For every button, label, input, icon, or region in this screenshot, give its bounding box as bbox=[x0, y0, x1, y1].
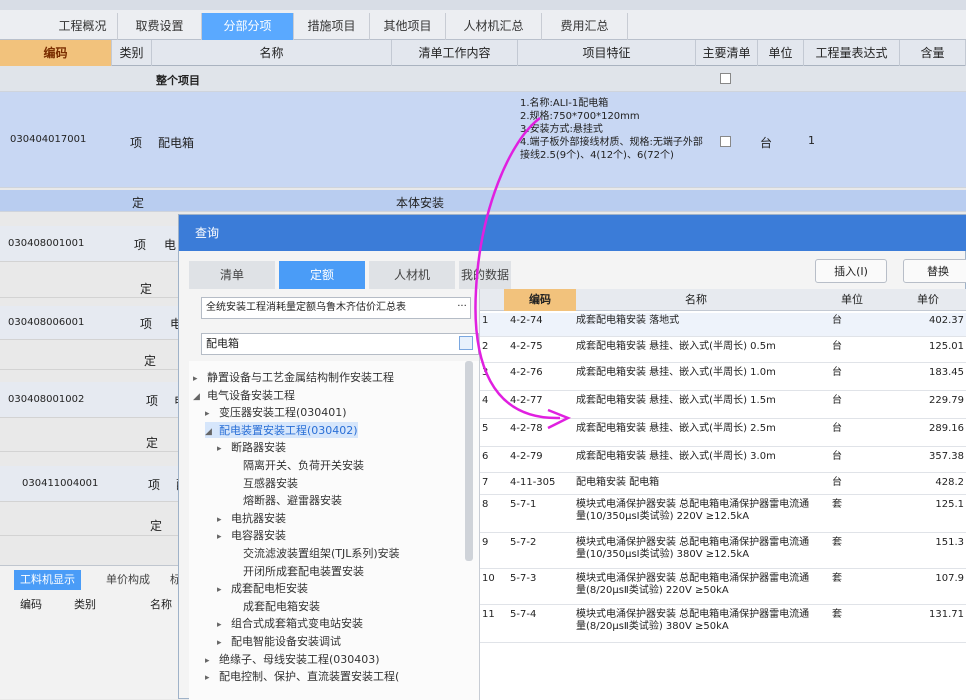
annotation-arrow-icon bbox=[474, 116, 572, 430]
